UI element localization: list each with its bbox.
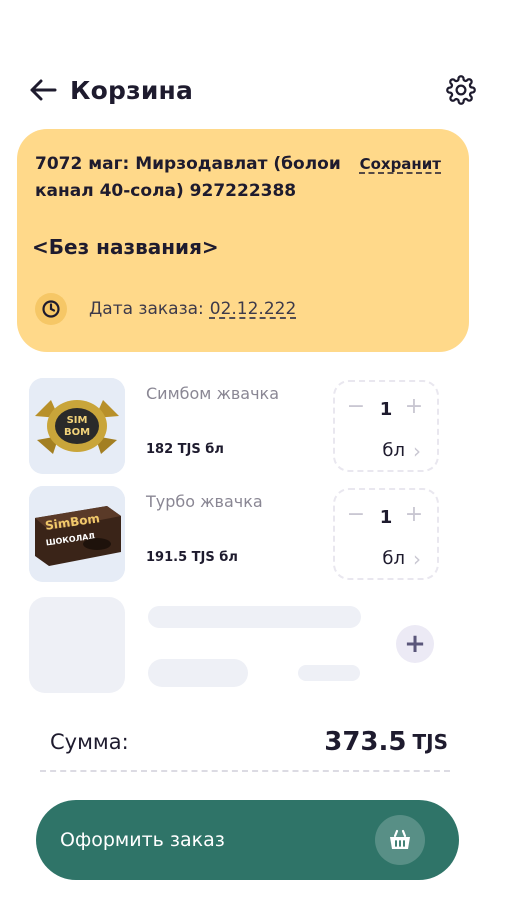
product-name: Турбо жвачка — [146, 492, 263, 511]
chevron-right-icon: › — [413, 546, 421, 571]
product-price: 182 TJS бл — [146, 442, 224, 457]
gear-icon — [446, 75, 476, 105]
unit-label: бл — [382, 548, 405, 569]
unit-select[interactable]: бл › — [382, 440, 421, 461]
checkout-label: Оформить заказ — [60, 829, 225, 851]
order-date-value[interactable]: 02.12.222 — [210, 299, 297, 319]
total-currency: TJS — [412, 730, 449, 754]
order-date-label: Дата заказа: — [89, 299, 204, 319]
product-name: Симбом жвачка — [146, 384, 280, 403]
clock-icon — [35, 293, 67, 325]
quantity-stepper: − 1 + бл › — [333, 380, 439, 472]
basket-icon — [375, 815, 425, 865]
product-logo-bottom: BOM — [64, 427, 90, 438]
list-item: SIM BOM Симбом жвачка 182 TJS бл − 1 + б… — [29, 378, 449, 474]
arrow-left-icon — [30, 79, 57, 101]
back-button[interactable] — [28, 75, 58, 105]
placeholder-line — [298, 665, 360, 681]
checkout-button[interactable]: Оформить заказ — [36, 800, 459, 880]
settings-button[interactable] — [445, 74, 477, 106]
header: Корзина — [28, 68, 477, 112]
unit-select[interactable]: бл › — [382, 548, 421, 569]
plus-icon[interactable]: + — [403, 504, 425, 526]
order-date-row: Дата заказа: 02.12.222 — [35, 293, 296, 325]
product-logo-top: SIM — [67, 415, 88, 426]
placeholder-line — [148, 659, 248, 687]
product-price: 191.5 TJS бл — [146, 550, 238, 565]
quantity-stepper: − 1 + бл › — [333, 488, 439, 580]
order-card: 7072 маг: Мирзодавлат (болои канал 40-со… — [17, 129, 469, 352]
placeholder-line — [148, 606, 361, 628]
plus-icon: + — [404, 629, 426, 659]
order-name[interactable]: <Без названия> — [32, 235, 219, 259]
page-title: Корзина — [70, 75, 194, 105]
total-row: Сумма: 373.5 TJS — [50, 722, 448, 762]
total-value: 373.5 — [324, 727, 407, 757]
placeholder-image — [29, 597, 125, 693]
unit-label: бл — [382, 440, 405, 461]
chevron-right-icon: › — [413, 438, 421, 463]
total-label: Сумма: — [50, 730, 129, 754]
product-image: SimBom ШОКОЛАД — [29, 486, 125, 582]
list-item: SimBom ШОКОЛАД Турбо жвачка 191.5 TJS бл… — [29, 486, 449, 582]
save-button[interactable]: Сохранит — [360, 155, 441, 173]
product-image: SIM BOM — [29, 378, 125, 474]
add-product-button[interactable]: + — [396, 625, 434, 663]
store-name: 7072 маг: Мирзодавлат (болои канал 40-со… — [35, 154, 341, 201]
divider — [40, 770, 450, 772]
plus-icon[interactable]: + — [403, 396, 425, 418]
